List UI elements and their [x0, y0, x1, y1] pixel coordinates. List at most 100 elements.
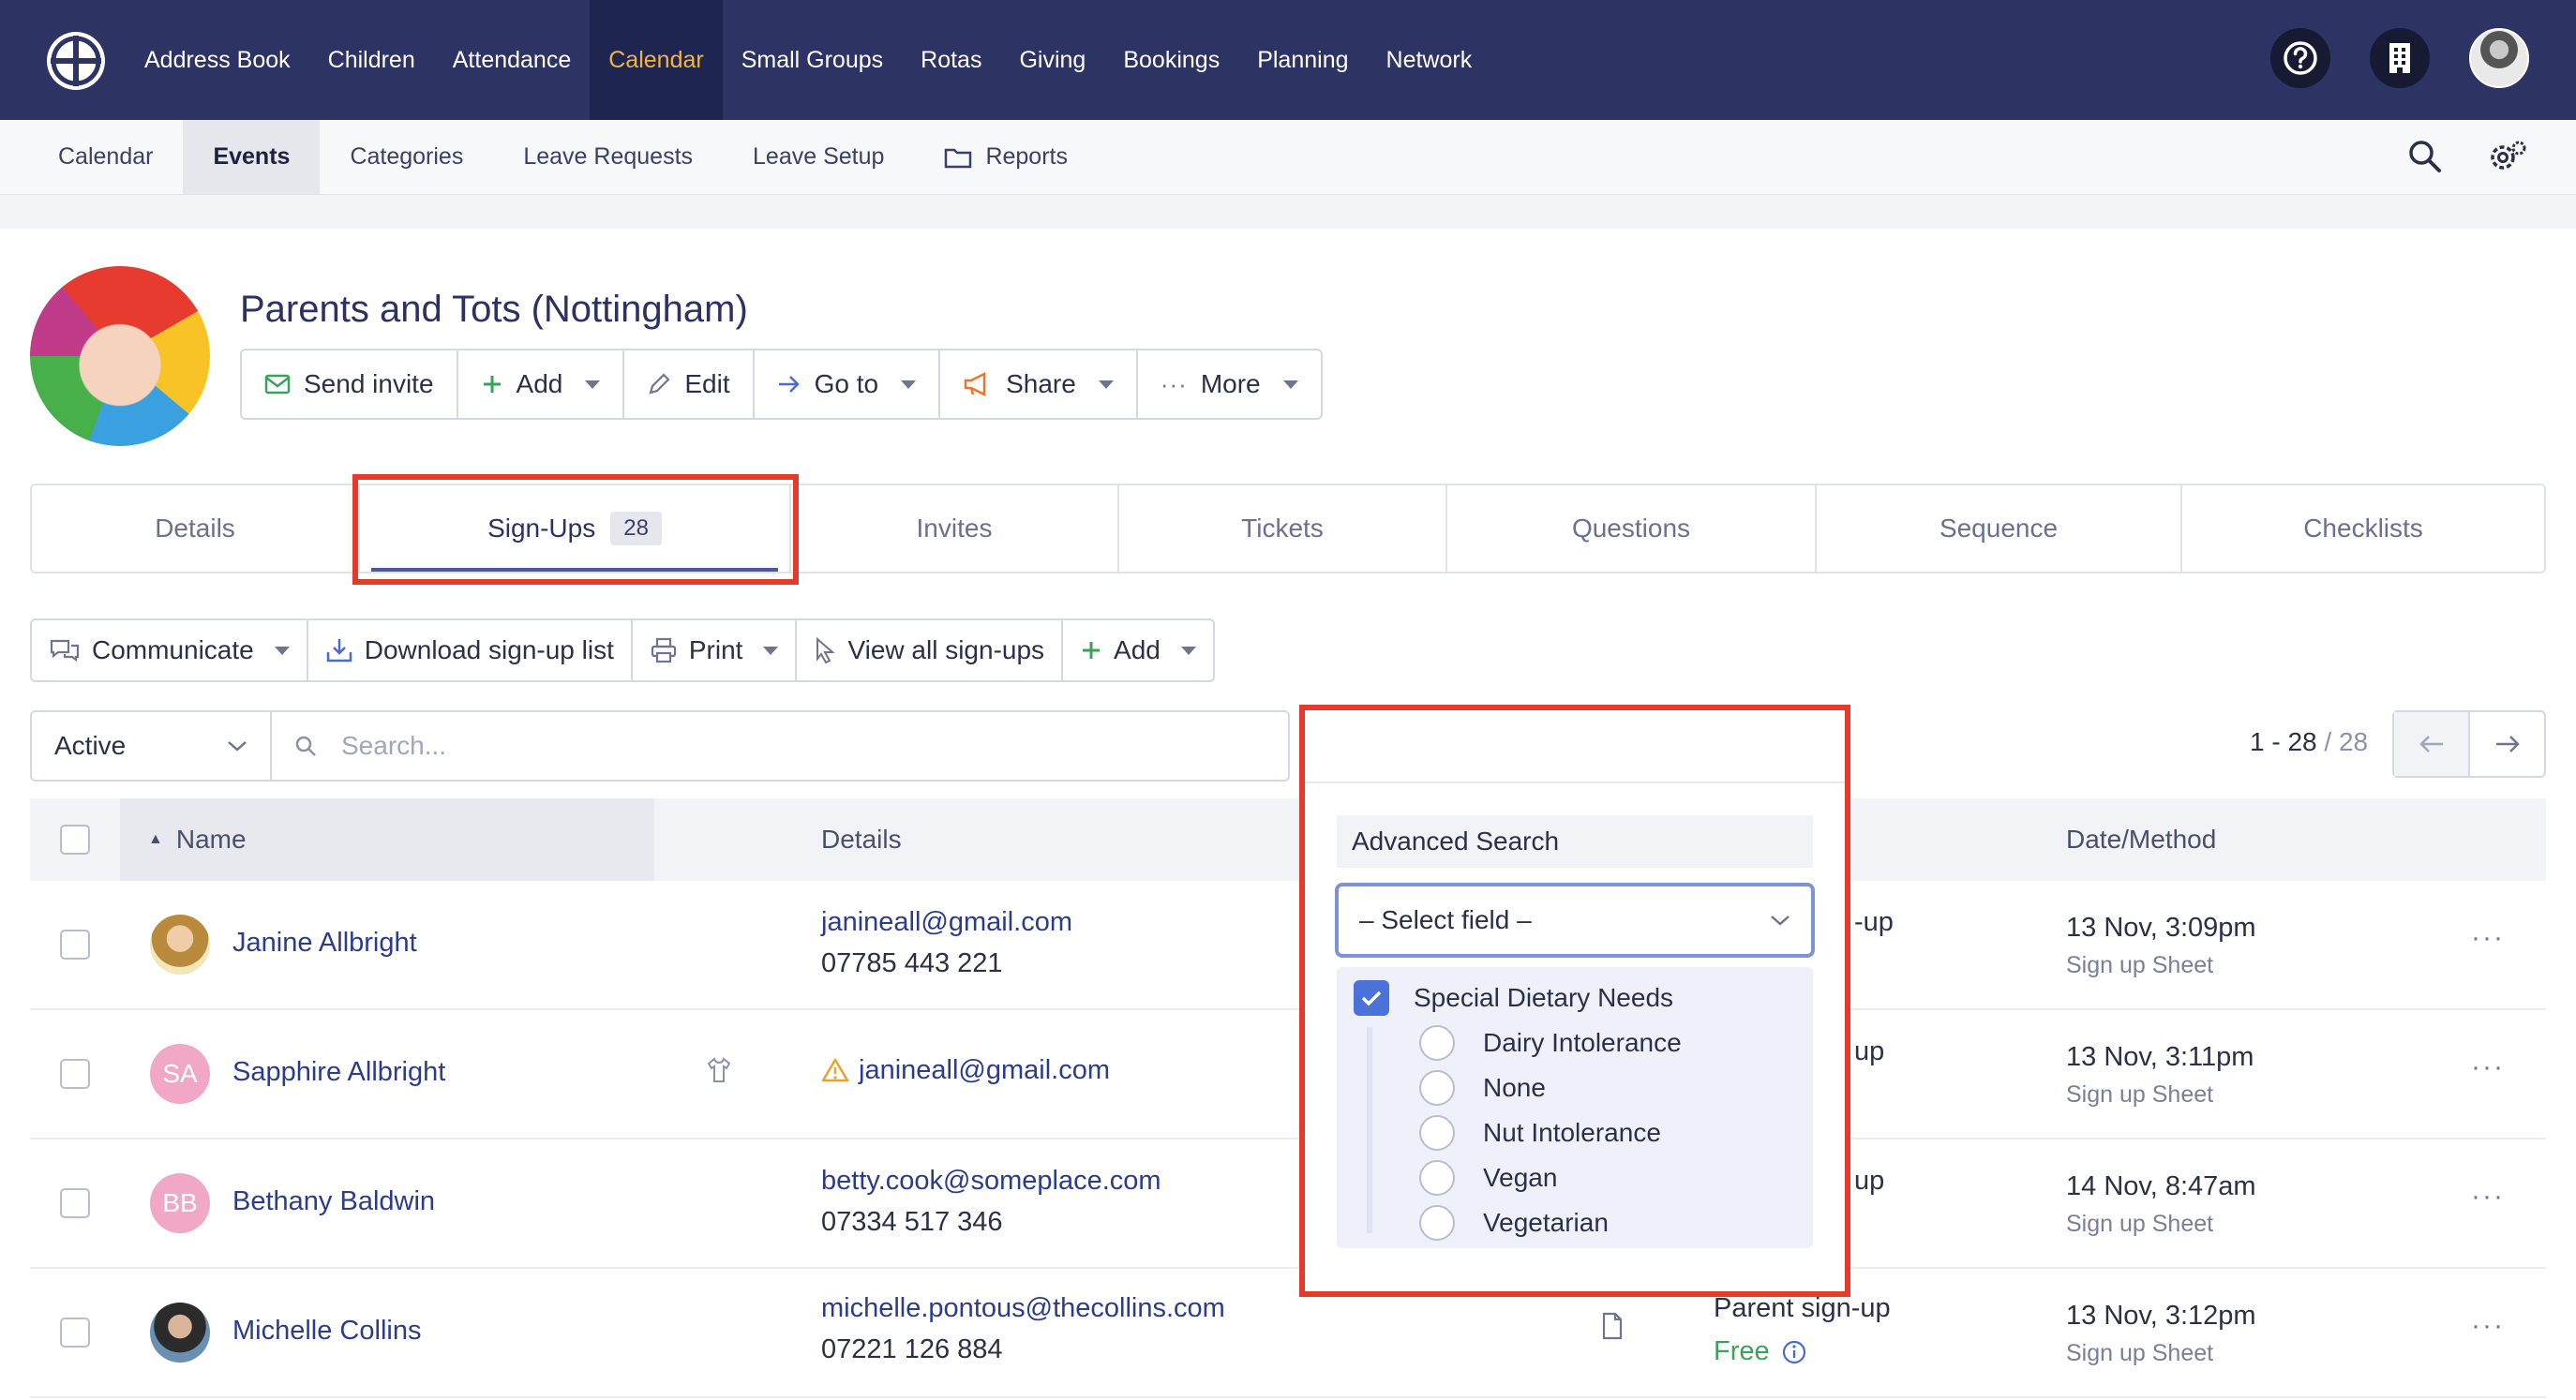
nav-item-calendar[interactable]: Calendar	[590, 0, 723, 120]
field-group-checkbox[interactable]	[1354, 980, 1389, 1016]
radio-button[interactable]	[1419, 1160, 1455, 1196]
select-field-placeholder: – Select field –	[1359, 905, 1532, 934]
building-icon[interactable]	[2370, 28, 2430, 88]
email-link[interactable]: michelle.pontous@thecollins.com	[821, 1293, 1225, 1324]
subnav-leave-setup[interactable]: Leave Setup	[723, 120, 914, 194]
previous-page-button[interactable]	[2394, 712, 2470, 776]
nav-item-giving[interactable]: Giving	[1000, 0, 1104, 120]
share-label: Share	[1006, 369, 1076, 398]
row-actions-icon[interactable]: ···	[2471, 1051, 2505, 1083]
option-vegetarian[interactable]: Vegetarian	[1419, 1205, 1609, 1241]
tab-questions[interactable]: Questions	[1447, 485, 1817, 572]
tab-details[interactable]: Details	[32, 485, 360, 572]
row-checkbox[interactable]	[60, 1318, 90, 1348]
caret-down-icon	[1098, 380, 1114, 389]
search-field	[270, 710, 1290, 782]
option-dairy-intolerance[interactable]: Dairy Intolerance	[1419, 1025, 1682, 1061]
next-page-button[interactable]	[2470, 712, 2544, 776]
nav-item-network[interactable]: Network	[1368, 0, 1491, 120]
row-checkbox[interactable]	[60, 1059, 90, 1089]
info-icon[interactable]	[1781, 1339, 1807, 1365]
table-row[interactable]: Michelle Collins michelle.pontous@thecol…	[30, 1269, 2546, 1398]
email-link[interactable]: janineall@gmail.com	[859, 1055, 1110, 1086]
tab-tickets[interactable]: Tickets	[1119, 485, 1447, 572]
user-avatar[interactable]	[2469, 28, 2529, 88]
subnav-events[interactable]: Events	[183, 120, 321, 194]
nav-item-address-book[interactable]: Address Book	[126, 0, 309, 120]
radio-button[interactable]	[1419, 1205, 1455, 1241]
communicate-dropdown-button[interactable]: Communicate	[32, 620, 308, 680]
print-dropdown-button[interactable]: Print	[633, 620, 798, 680]
more-dropdown-button[interactable]: ··· More	[1138, 350, 1321, 418]
status-select[interactable]: Active	[30, 710, 272, 782]
nav-item-planning[interactable]: Planning	[1238, 0, 1367, 120]
option-none[interactable]: None	[1419, 1070, 1546, 1106]
field-group-dietary[interactable]: Special Dietary Needs	[1354, 980, 1673, 1016]
sign-up-name-link[interactable]: Sapphire Allbright	[232, 1057, 445, 1088]
avatar: SA	[150, 1044, 210, 1104]
view-all-sign-ups-button[interactable]: View all sign-ups	[797, 620, 1064, 680]
pagination-count: 1 - 28 / 28	[2250, 727, 2368, 757]
tab-checklists[interactable]: Checklists	[2182, 485, 2544, 572]
select-all-checkbox[interactable]	[60, 825, 90, 855]
radio-button[interactable]	[1419, 1025, 1455, 1061]
nav-item-children[interactable]: Children	[309, 0, 434, 120]
nav-item-bookings[interactable]: Bookings	[1104, 0, 1238, 120]
radio-button[interactable]	[1419, 1115, 1455, 1151]
subnav-reports[interactable]: Reports	[914, 120, 1098, 194]
option-label: Dairy Intolerance	[1483, 1028, 1682, 1057]
goto-dropdown-button[interactable]: Go to	[755, 350, 941, 418]
table-row[interactable]: SA Sapphire Allbright janineall@gmail.co…	[30, 1010, 2546, 1139]
caret-down-icon	[585, 380, 601, 389]
subnav-categories[interactable]: Categories	[320, 120, 493, 194]
help-icon[interactable]	[2270, 28, 2330, 88]
option-label: Nut Intolerance	[1483, 1118, 1661, 1147]
option-vegan[interactable]: Vegan	[1419, 1160, 1557, 1196]
caret-down-icon	[1282, 380, 1298, 389]
sign-ups-toolbar: Communicate Download sign-up list Print …	[30, 618, 1215, 682]
add-sign-up-dropdown-button[interactable]: Add	[1063, 620, 1213, 680]
select-field-dropdown[interactable]: – Select field –	[1335, 883, 1815, 958]
subnav-calendar[interactable]: Calendar	[28, 120, 183, 194]
tab-invites[interactable]: Invites	[791, 485, 1119, 572]
sign-up-name-link[interactable]: Janine Allbright	[232, 928, 417, 959]
tab-sign-ups[interactable]: Sign-Ups 28	[360, 485, 791, 572]
search-icon[interactable]	[2407, 139, 2443, 174]
row-checkbox[interactable]	[60, 930, 90, 960]
sign-up-method: Sign up Sheet	[2066, 1081, 2214, 1108]
sign-up-name-link[interactable]: Bethany Baldwin	[232, 1186, 435, 1217]
email-link[interactable]: betty.cook@someplace.com	[821, 1166, 1161, 1197]
row-actions-icon[interactable]: ···	[2471, 1181, 2505, 1213]
field-group-label: Special Dietary Needs	[1414, 983, 1674, 1012]
document-icon[interactable]	[1601, 1312, 1624, 1340]
sign-up-type: Parent sign-up	[1714, 1293, 1891, 1323]
sign-ups-table-header: ▲ Name Details Date/Method	[30, 798, 2546, 881]
caret-down-icon	[901, 380, 917, 389]
row-actions-icon[interactable]: ···	[2471, 1310, 2505, 1342]
row-actions-icon[interactable]: ···	[2471, 922, 2505, 954]
name-column-header[interactable]: ▲ Name	[120, 798, 654, 881]
nav-item-small-groups[interactable]: Small Groups	[723, 0, 902, 120]
add-dropdown-button[interactable]: Add	[458, 350, 625, 418]
nav-item-attendance[interactable]: Attendance	[434, 0, 591, 120]
subnav-leave-requests[interactable]: Leave Requests	[493, 120, 723, 194]
share-dropdown-button[interactable]: Share	[940, 350, 1138, 418]
download-sign-up-list-button[interactable]: Download sign-up list	[308, 620, 633, 680]
row-checkbox[interactable]	[60, 1188, 90, 1218]
app-logo-icon[interactable]	[45, 30, 107, 92]
send-invite-button[interactable]: Send invite	[242, 350, 458, 418]
phone-number: 07334 517 346	[821, 1207, 1003, 1237]
select-all-cell	[60, 798, 90, 881]
send-invite-label: Send invite	[304, 369, 434, 398]
option-nut-intolerance[interactable]: Nut Intolerance	[1419, 1115, 1661, 1151]
table-row[interactable]: Janine Allbright janineall@gmail.com 077…	[30, 881, 2546, 1010]
email-link[interactable]: janineall@gmail.com	[821, 907, 1072, 938]
tab-sequence[interactable]: Sequence	[1817, 485, 2182, 572]
search-input[interactable]	[341, 731, 1185, 761]
radio-button[interactable]	[1419, 1070, 1455, 1106]
table-row[interactable]: BB Bethany Baldwin betty.cook@someplace.…	[30, 1139, 2546, 1269]
edit-button[interactable]: Edit	[624, 350, 755, 418]
nav-item-rotas[interactable]: Rotas	[902, 0, 1000, 120]
sign-up-name-link[interactable]: Michelle Collins	[232, 1316, 421, 1347]
settings-gears-icon[interactable]	[2488, 139, 2527, 174]
